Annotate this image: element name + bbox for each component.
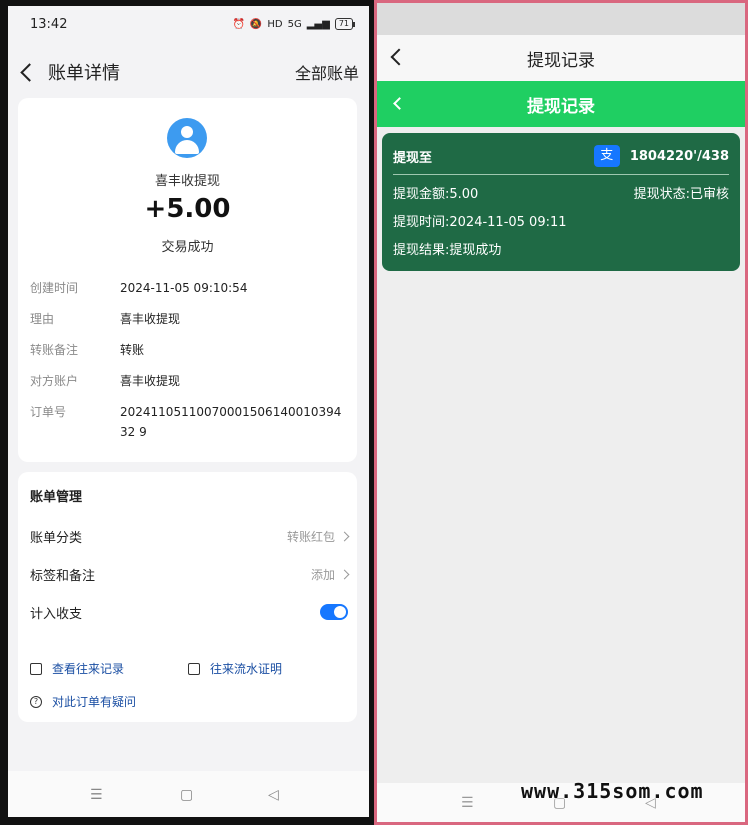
divider bbox=[393, 174, 729, 175]
bill-category-row[interactable]: 账单分类 转账红包 bbox=[30, 526, 350, 546]
menu-icon[interactable]: ☰ bbox=[90, 787, 103, 803]
detail-value: 喜丰收提现 bbox=[120, 312, 181, 326]
detail-label: 订单号 bbox=[30, 405, 67, 419]
bill-management-card: 账单管理 账单分类 转账红包 标签和备注 添加 计入收支 查看往来记录 往来流水… bbox=[18, 472, 357, 722]
avatar bbox=[167, 118, 207, 158]
back-icon[interactable] bbox=[18, 61, 40, 83]
withdraw-amount: 提现金额:5.00 bbox=[393, 187, 479, 202]
withdrawal-card: 提现至 支 1804220'/438 提现金额:5.00 提现状态:已审核 提现… bbox=[382, 133, 740, 271]
order-number: 2024110511007000150614001039432 9 bbox=[120, 405, 342, 439]
battery-icon: 71 bbox=[334, 18, 356, 30]
time-row: 提现时间:2024-11-05 09:11 bbox=[393, 211, 729, 230]
transaction-status: 交易成功 bbox=[161, 240, 214, 255]
document-icon bbox=[188, 662, 200, 675]
result-row: 提现结果:提现成功 bbox=[393, 239, 729, 258]
withdraw-to-label: 提现至 bbox=[393, 150, 433, 166]
chevron-right-icon bbox=[339, 531, 350, 541]
hd-badge: HD bbox=[267, 18, 283, 30]
transaction-card: 喜丰收提现 +5.00 交易成功 创建时间 2024-11-05 09:10:5… bbox=[18, 98, 357, 462]
detail-label: 创建时间 bbox=[30, 281, 79, 295]
income-row: 计入收支 bbox=[30, 602, 348, 622]
flow-proof-link[interactable]: 往来流水证明 bbox=[188, 660, 282, 677]
status-bar: 13:42 ⏰ 🔕 HD 5G ▂▄▆ 71 bbox=[8, 6, 369, 42]
detail-row: 理由 喜丰收提现 bbox=[30, 309, 350, 329]
network-label: 5G bbox=[287, 18, 302, 30]
system-nav-bar: ☰ ▢ ◁ bbox=[8, 771, 369, 817]
category-value: 转账红包 bbox=[286, 529, 335, 544]
section-title: 账单管理 bbox=[30, 490, 83, 505]
tags-label: 标签和备注 bbox=[30, 568, 96, 584]
signal-icon: ▂▄▆ bbox=[306, 18, 330, 30]
back-icon[interactable] bbox=[393, 97, 406, 110]
account-number: 1804220'/438 bbox=[629, 148, 729, 164]
page-title: 提现记录 bbox=[527, 50, 595, 71]
mute-icon: 🔕 bbox=[249, 18, 263, 30]
detail-row: 转账备注 转账 bbox=[30, 340, 350, 360]
record-icon bbox=[30, 662, 42, 675]
detail-label: 转账备注 bbox=[30, 343, 79, 357]
navbar: 账单详情 全部账单 bbox=[8, 52, 369, 92]
green-header: 提现记录 bbox=[377, 81, 745, 127]
withdraw-status: 提现状态:已审核 bbox=[633, 187, 729, 202]
detail-value: 2024-11-05 09:10:54 bbox=[120, 281, 248, 295]
income-label: 计入收支 bbox=[30, 606, 83, 622]
alipay-icon: 支 bbox=[593, 145, 620, 167]
status-icons: ⏰ 🔕 HD 5G ▂▄▆ 71 bbox=[232, 18, 356, 30]
navbar: 提现记录 bbox=[377, 35, 745, 81]
payee-name: 喜丰收提现 bbox=[154, 174, 220, 189]
status-bar bbox=[377, 3, 745, 35]
order-question-link[interactable]: ? 对此订单有疑问 bbox=[30, 693, 136, 710]
detail-value: 转账 bbox=[120, 343, 145, 357]
tags-value: 添加 bbox=[310, 567, 335, 582]
back-triangle-icon[interactable]: ◁ bbox=[268, 787, 279, 803]
status-time: 13:42 bbox=[30, 16, 68, 32]
withdraw-time: 提现时间:2024-11-05 09:11 bbox=[393, 215, 567, 230]
detail-row: 对方账户 喜丰收提现 bbox=[30, 371, 350, 391]
question-icon: ? bbox=[30, 695, 42, 708]
page-title: 账单详情 bbox=[48, 63, 120, 84]
all-bills-link[interactable]: 全部账单 bbox=[295, 60, 359, 84]
detail-label: 对方账户 bbox=[30, 374, 79, 388]
amount: +5.00 bbox=[144, 194, 231, 224]
back-icon[interactable] bbox=[390, 48, 408, 66]
watermark: www.315som.com bbox=[521, 779, 704, 803]
detail-row: 创建时间 2024-11-05 09:10:54 bbox=[30, 278, 350, 298]
card-header-row: 提现至 支 1804220'/438 bbox=[393, 145, 729, 167]
home-icon[interactable]: ▢ bbox=[180, 787, 193, 803]
menu-icon[interactable]: ☰ bbox=[461, 795, 474, 811]
view-history-link[interactable]: 查看往来记录 bbox=[30, 660, 124, 677]
category-label: 账单分类 bbox=[30, 530, 83, 546]
detail-row: 订单号 2024110511007000150614001039432 9 bbox=[30, 402, 350, 442]
income-toggle[interactable] bbox=[320, 604, 348, 620]
right-phone-screen: 提现记录 提现记录 提现至 支 1804220'/438 提现金额:5.00 提… bbox=[374, 0, 748, 825]
chevron-right-icon bbox=[339, 569, 350, 579]
alarm-icon: ⏰ bbox=[232, 18, 245, 30]
tags-notes-row[interactable]: 标签和备注 添加 bbox=[30, 564, 350, 584]
detail-value: 喜丰收提现 bbox=[120, 374, 181, 388]
header-title: 提现记录 bbox=[527, 96, 595, 117]
left-phone-screen: 13:42 ⏰ 🔕 HD 5G ▂▄▆ 71 账单详情 全部账单 喜丰收提现 +… bbox=[8, 6, 369, 817]
withdraw-result: 提现结果:提现成功 bbox=[393, 243, 502, 258]
user-icon bbox=[181, 126, 193, 138]
detail-label: 理由 bbox=[30, 312, 55, 326]
amount-status-row: 提现金额:5.00 提现状态:已审核 bbox=[393, 183, 729, 202]
